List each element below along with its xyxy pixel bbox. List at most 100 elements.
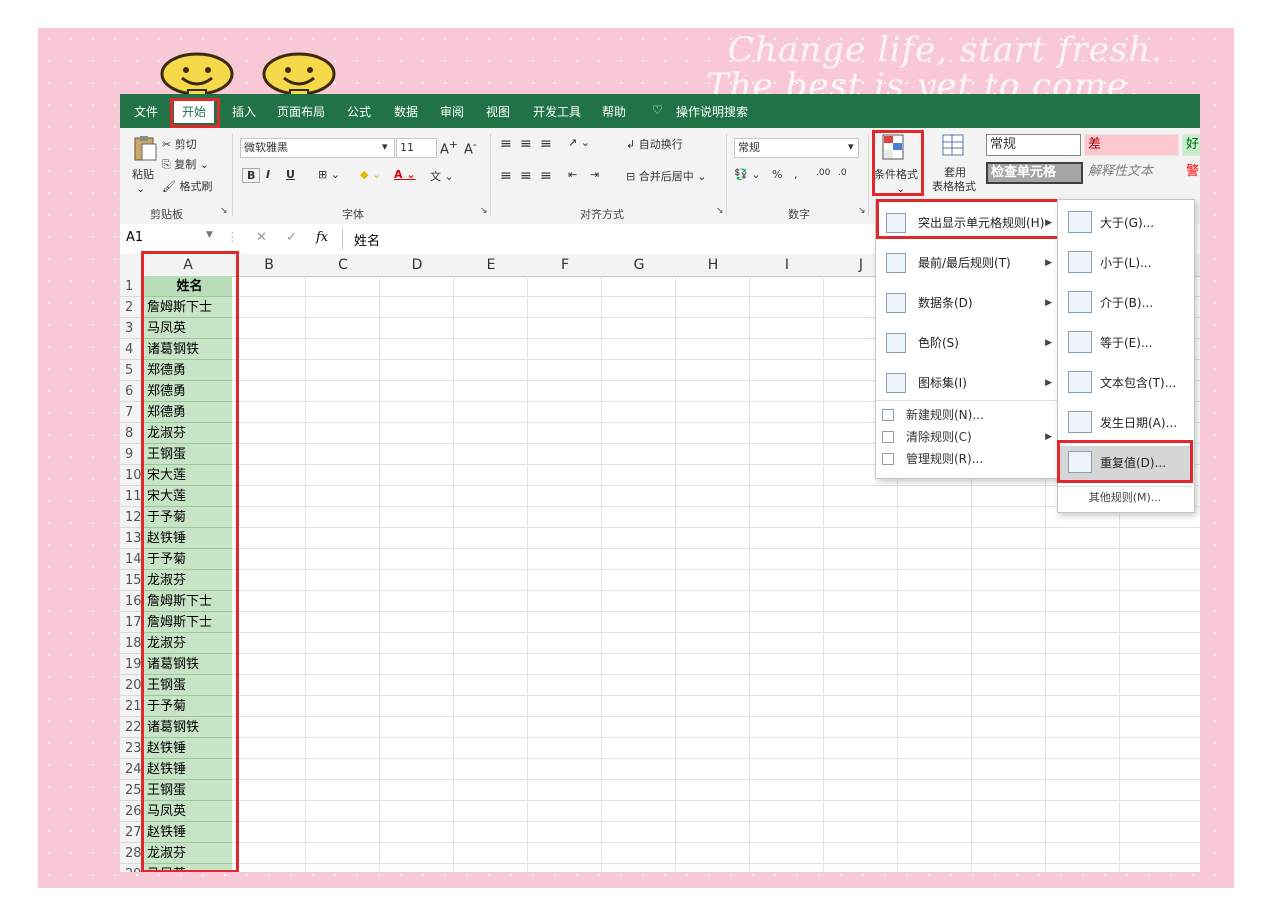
align-top-button[interactable]: ≡ xyxy=(500,136,512,152)
rule-icon xyxy=(882,409,894,421)
tab-data[interactable]: 数据 xyxy=(394,103,418,120)
chevron-down-icon[interactable]: ▾ xyxy=(382,140,388,153)
chevron-down-icon[interactable]: ⌄ xyxy=(136,182,145,195)
menu-item[interactable]: 数据条(D) ▶ xyxy=(876,286,1060,320)
tab-developer[interactable]: 开发工具 xyxy=(533,103,581,120)
submenu-item[interactable]: 发生日期(A)... xyxy=(1058,406,1192,440)
gridline xyxy=(232,611,1200,612)
slogan-line-1: Change life, start fresh. xyxy=(728,30,1164,70)
enter-icon[interactable]: ✓ xyxy=(286,230,297,245)
style-warning[interactable]: 警 xyxy=(1182,162,1200,182)
number-format-select[interactable]: 常规 xyxy=(734,138,859,158)
gridline xyxy=(675,276,676,872)
decrease-decimal-button[interactable]: .0 xyxy=(838,168,847,178)
tell-me-search[interactable]: 操作说明搜索 xyxy=(676,103,748,120)
divider xyxy=(876,400,1060,401)
column-header-d[interactable]: D xyxy=(380,254,455,277)
tab-review[interactable]: 审阅 xyxy=(440,103,464,120)
gridline xyxy=(232,653,1200,654)
insert-function-icon[interactable]: fx xyxy=(316,230,328,245)
divider xyxy=(490,134,491,216)
format-as-table-icon[interactable] xyxy=(942,134,966,160)
column-header-c[interactable]: C xyxy=(306,254,381,277)
column-header-b[interactable]: B xyxy=(232,254,307,277)
gridline xyxy=(749,276,750,872)
column-header-e[interactable]: E xyxy=(454,254,529,277)
currency-button[interactable]: 💱 ⌄ xyxy=(734,168,760,181)
dialog-launcher-icon[interactable]: ↘ xyxy=(480,206,488,216)
align-left-button[interactable]: ≡ xyxy=(500,168,512,184)
gridline xyxy=(232,863,1200,864)
copy-button[interactable]: ⎘ 复制 ⌄ xyxy=(162,156,209,172)
wrap-text-button[interactable]: ↲ 自动换行 xyxy=(626,136,683,152)
chevron-down-icon[interactable]: ▾ xyxy=(848,140,854,153)
increase-decimal-button[interactable]: .00 xyxy=(816,168,830,178)
paste-button[interactable]: 粘贴 xyxy=(132,166,154,182)
menu-item[interactable]: 新建规则(N)... xyxy=(876,404,1060,426)
align-bottom-button[interactable]: ≡ xyxy=(540,136,552,152)
tab-file[interactable]: 文件 xyxy=(134,103,158,120)
cut-button[interactable]: ✂ 剪切 xyxy=(162,136,197,152)
lightbulb-icon: ♡ xyxy=(652,103,663,117)
bold-button[interactable]: B xyxy=(242,168,261,183)
cancel-icon[interactable]: ✕ xyxy=(256,230,267,245)
submenu-item[interactable]: 小于(L)... xyxy=(1058,246,1192,280)
font-name-select[interactable]: 微软雅黑 xyxy=(240,138,395,158)
submenu-item[interactable]: 等于(E)... xyxy=(1058,326,1192,360)
tab-insert[interactable]: 插入 xyxy=(232,103,256,120)
submenu-item[interactable]: 大于(G)... xyxy=(1058,206,1192,240)
phonetic-button[interactable]: 文 ⌄ xyxy=(430,168,454,184)
tab-page-layout[interactable]: 页面布局 xyxy=(277,103,325,120)
style-good[interactable]: 好 xyxy=(1182,134,1200,156)
align-center-button[interactable]: ≡ xyxy=(520,168,532,184)
font-color-button[interactable]: A ⌄ xyxy=(394,168,416,181)
menu-item-label: 文本包含(T)... xyxy=(1100,376,1177,390)
formula-content[interactable]: 姓名 xyxy=(354,230,380,249)
style-check-cell[interactable]: 检查单元格 xyxy=(986,162,1083,184)
fill-color-button[interactable]: ◆ ⌄ xyxy=(360,168,381,181)
style-normal[interactable]: 常规 xyxy=(986,134,1081,156)
align-middle-button[interactable]: ≡ xyxy=(520,136,532,152)
increase-font-button[interactable]: A+ xyxy=(440,138,458,157)
dialog-launcher-icon[interactable]: ↘ xyxy=(716,206,724,216)
column-header-f[interactable]: F xyxy=(528,254,603,277)
submenu-item[interactable]: 文本包含(T)... xyxy=(1058,366,1192,400)
style-bad[interactable]: 差 xyxy=(1084,134,1179,156)
submenu-item[interactable]: 介于(B)... xyxy=(1058,286,1192,320)
tab-view[interactable]: 视图 xyxy=(486,103,510,120)
name-box[interactable]: A1 xyxy=(126,230,143,245)
font-size-select[interactable]: 11 xyxy=(396,138,437,158)
menu-item[interactable]: 色阶(S) ▶ xyxy=(876,326,1060,360)
menu-item[interactable]: 图标集(I) ▶ xyxy=(876,366,1060,400)
decrease-indent-button[interactable]: ⇤ xyxy=(568,168,577,181)
dialog-launcher-icon[interactable]: ↘ xyxy=(220,206,228,216)
orientation-button[interactable]: ↗ ⌄ xyxy=(568,136,590,149)
format-as-table-label-2[interactable]: 表格格式 xyxy=(932,178,976,194)
chevron-down-icon[interactable]: ▼ xyxy=(206,230,213,240)
percent-button[interactable]: % xyxy=(772,168,782,181)
paste-icon[interactable] xyxy=(132,134,158,162)
column-header-i[interactable]: I xyxy=(750,254,825,277)
merge-center-button[interactable]: ⊟ 合并后居中 ⌄ xyxy=(626,168,706,184)
format-painter-button[interactable]: 🖌 格式刷 xyxy=(162,178,212,194)
tab-help[interactable]: 帮助 xyxy=(602,103,626,120)
style-explanatory[interactable]: 解释性文本 xyxy=(1084,162,1179,182)
align-right-button[interactable]: ≡ xyxy=(540,168,552,184)
more-rules-item[interactable]: 其他规则(M)... xyxy=(1058,488,1192,508)
italic-button[interactable]: I xyxy=(266,168,270,181)
decrease-font-button[interactable]: A- xyxy=(464,138,477,157)
dialog-launcher-icon[interactable]: ↘ xyxy=(858,206,866,216)
underline-button[interactable]: U xyxy=(286,168,295,181)
increase-indent-button[interactable]: ⇥ xyxy=(590,168,599,181)
gridline xyxy=(232,800,1200,801)
highlight-duplicate-values-item xyxy=(1057,440,1193,483)
menu-item[interactable]: 清除规则(C) ▶ xyxy=(876,426,1060,448)
tab-formulas[interactable]: 公式 xyxy=(347,103,371,120)
gridline xyxy=(823,276,824,872)
comma-button[interactable]: , xyxy=(794,168,798,181)
column-header-g[interactable]: G xyxy=(602,254,677,277)
menu-item[interactable]: 最前/最后规则(T) ▶ xyxy=(876,246,1060,280)
border-button[interactable]: ⊞ ⌄ xyxy=(318,168,340,181)
menu-item[interactable]: 管理规则(R)... xyxy=(876,448,1060,470)
column-header-h[interactable]: H xyxy=(676,254,751,277)
